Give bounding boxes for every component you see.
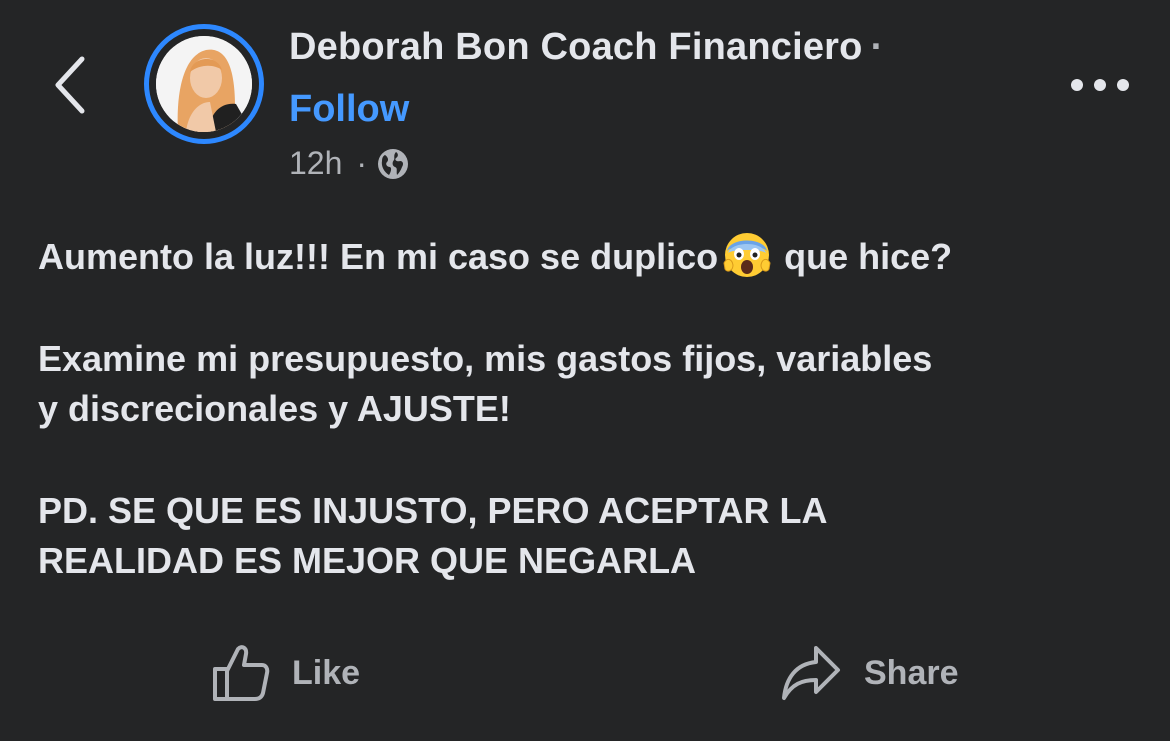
meta-separator: · <box>356 145 368 181</box>
thumbs-up-icon <box>213 645 270 701</box>
author-name-text: Deborah Bon Coach Financiero <box>289 26 863 68</box>
timestamp[interactable]: 12h <box>289 145 342 182</box>
like-button[interactable]: Like <box>212 640 360 706</box>
back-button[interactable] <box>40 50 100 120</box>
share-arrow-icon <box>782 646 840 700</box>
post-line: PD. SE QUE ES INJUSTO, PERO ACEPTAR LA <box>38 490 828 531</box>
post-paragraph: Examine mi presupuesto, mis gastos fijos… <box>38 334 1138 434</box>
name-separator: · <box>870 26 884 68</box>
post-line: REALIDAD ES MEJOR QUE NEGARLA <box>38 540 697 581</box>
more-options-button[interactable] <box>1062 60 1138 110</box>
post-body: Aumento la luz!!! En mi caso se duplico … <box>38 232 1138 586</box>
share-button[interactable]: Share <box>780 640 959 706</box>
more-horizontal-icon <box>1071 79 1129 91</box>
author-name[interactable]: Deborah Bon Coach Financiero · <box>289 26 883 69</box>
like-label: Like <box>292 653 361 692</box>
share-label: Share <box>864 653 959 692</box>
post-text-segment: que hice? <box>774 236 953 277</box>
screaming-face-emoji <box>723 233 771 278</box>
globe-icon <box>378 148 409 179</box>
author-avatar[interactable] <box>144 24 264 144</box>
post-line: y discrecionales y AJUSTE! <box>38 388 511 429</box>
post-line: Examine mi presupuesto, mis gastos fijos… <box>38 338 933 379</box>
avatar-image <box>156 36 252 132</box>
post-screen: Deborah Bon Coach Financiero · Follow 12h… <box>0 0 1170 741</box>
post-meta: 12h · <box>289 145 409 182</box>
post-paragraph: PD. SE QUE ES INJUSTO, PERO ACEPTAR LA R… <box>38 486 1138 586</box>
follow-button[interactable]: Follow <box>289 88 409 131</box>
chevron-left-icon <box>55 56 85 114</box>
post-line: Aumento la luz!!! En mi caso se duplico … <box>38 232 1138 282</box>
post-paragraph: Aumento la luz!!! En mi caso se duplico … <box>38 232 1138 282</box>
post-text-segment: Aumento la luz!!! En mi caso se duplico <box>38 236 719 277</box>
